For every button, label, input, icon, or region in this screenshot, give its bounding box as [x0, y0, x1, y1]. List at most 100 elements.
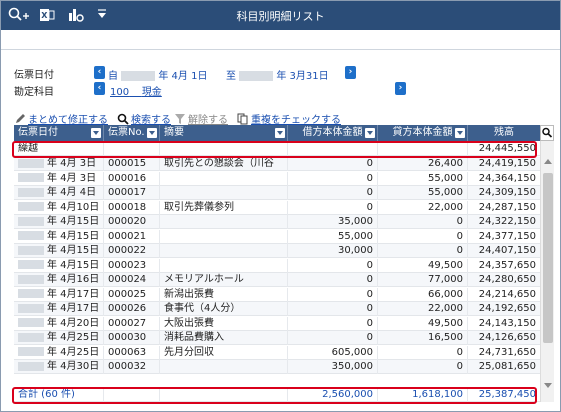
- masked-year: [18, 202, 44, 211]
- account-next-button[interactable]: ›: [395, 82, 406, 95]
- column-dropdown-icon[interactable]: [147, 128, 157, 138]
- table-row[interactable]: 年 4月15日 000020 35,000 0 24,322,150: [14, 215, 540, 229]
- carry-over-row[interactable]: 繰越 24,445,550: [14, 142, 540, 156]
- date-text: 年 4月 4日: [47, 187, 97, 198]
- cell-memo: [160, 215, 288, 229]
- masked-year: [18, 274, 44, 284]
- date-text: 年 4月25日: [47, 346, 100, 358]
- window-title: 科目別明細リスト: [236, 10, 325, 23]
- table-row[interactable]: 年 4月 4日 000017 0 55,000 24,309,150: [14, 186, 540, 200]
- table-row[interactable]: 年 4月10日 000018 取引先葬儀参列 0 22,000 24,287,150: [14, 200, 540, 215]
- grid-search-button[interactable]: [540, 125, 554, 141]
- grid-header: 伝票日付 伝票No. 摘要 借方本体金額 貸方本体金額 残高: [14, 125, 540, 141]
- col-header-balance[interactable]: 残高: [468, 125, 540, 141]
- clear-filter-button[interactable]: 解除する: [174, 111, 228, 126]
- account-value[interactable]: 100 現金: [110, 83, 162, 98]
- cell-no: 000022: [104, 244, 160, 258]
- date-text: 年 4月15日: [47, 216, 100, 227]
- table-row[interactable]: 年 4月25日 000030 消耗品費購入 0 16,500 24,126,650: [14, 331, 540, 345]
- carry-balance: 24,445,550: [478, 143, 536, 154]
- column-dropdown-icon[interactable]: [91, 128, 101, 138]
- table-row[interactable]: 年 4月17日 000025 新潟出張費 0 66,000 24,214,650: [14, 287, 540, 302]
- cell-date: 年 4月 3日: [14, 171, 104, 186]
- masked-year: [239, 71, 274, 81]
- title-bar: X 科目別明細リスト: [0, 0, 561, 30]
- scroll-down-icon[interactable]: [544, 383, 552, 388]
- table-row[interactable]: 年 4月15日 000023 0 49,500 24,357,650: [14, 258, 540, 273]
- date-from-text: 年 4月 1日: [158, 71, 208, 82]
- cell-balance: 25,081,650: [478, 361, 536, 372]
- masked-year: [18, 289, 44, 298]
- duplicate-check-button[interactable]: 重複をチェックする: [237, 111, 341, 126]
- column-dropdown-icon[interactable]: [275, 128, 285, 138]
- cell-balance: 24,126,650: [478, 332, 536, 343]
- cell-balance: 24,377,150: [478, 230, 536, 242]
- table-row[interactable]: 年 4月16日 000024 メモリアルホール 0 77,000 24,280,650: [14, 273, 540, 287]
- masked-year: [18, 173, 44, 182]
- cell-date: 年 4月 4日: [14, 186, 104, 200]
- total-balance: 25,387,450: [478, 389, 536, 400]
- filter-clear-icon: [175, 114, 185, 124]
- scroll-thumb[interactable]: [543, 173, 553, 343]
- cell-memo: 新潟出張費: [160, 287, 288, 302]
- duplicate-icon: [237, 113, 248, 125]
- column-dropdown-icon[interactable]: [365, 128, 375, 138]
- cell-date: 年 4月10日: [14, 200, 104, 215]
- cell-credit: 55,000: [378, 186, 468, 200]
- cell-debit: 0: [288, 287, 378, 302]
- cell-no: 000016: [104, 171, 160, 186]
- pencil-icon: [16, 114, 25, 123]
- cell-credit: 16,500: [378, 331, 468, 345]
- cell-date: 年 4月17日: [14, 287, 104, 302]
- table-row[interactable]: 年 4月15日 000021 55,000 0 24,377,150: [14, 229, 540, 244]
- cell-credit: 49,500: [378, 316, 468, 331]
- cell-balance: 24,192,650: [478, 303, 536, 314]
- cell-no: 000030: [104, 331, 160, 345]
- cell-credit: 0: [378, 244, 468, 258]
- cell-balance: 24,731,650: [478, 346, 536, 358]
- table-row[interactable]: 年 4月25日 000063 先月分回収 605,000 0 24,731,650: [14, 345, 540, 360]
- table-row[interactable]: 年 4月20日 000027 大阪出張費 0 49,500 24,143,150: [14, 316, 540, 331]
- cell-balance: 24,280,650: [478, 274, 536, 285]
- table-row[interactable]: 年 4月 3日 000016 0 55,000 24,364,150: [14, 171, 540, 186]
- cell-credit: 0: [378, 345, 468, 360]
- cell-memo: 取引先との懇談会（川谷: [160, 157, 288, 171]
- table-row[interactable]: 年 4月17日 000026 食事代（4人分） 0 22,000 24,192,650: [14, 302, 540, 316]
- search-button[interactable]: 検索する: [117, 111, 171, 126]
- col-header-debit[interactable]: 借方本体金額: [288, 125, 378, 141]
- cell-balance: 24,364,150: [478, 172, 536, 184]
- vertical-scrollbar[interactable]: [540, 125, 554, 402]
- cell-no: 000023: [104, 258, 160, 273]
- masked-year: [18, 332, 44, 342]
- cell-memo: 取引先葬儀参列: [160, 200, 288, 215]
- cell-debit: 350,000: [288, 360, 378, 374]
- cell-date: 年 4月15日: [14, 244, 104, 258]
- search-icon: [542, 127, 553, 138]
- account-name: 現金: [141, 87, 162, 98]
- date-from-value[interactable]: 自 年 4月 1日: [108, 67, 207, 82]
- date-next-button[interactable]: ›: [345, 66, 356, 79]
- cell-balance: 24,322,150: [478, 216, 536, 227]
- col-header-memo[interactable]: 摘要: [160, 125, 288, 141]
- date-to-value[interactable]: 至 年 3月31日: [226, 67, 329, 82]
- cell-memo: 先月分回収: [160, 345, 288, 360]
- col-header-credit[interactable]: 貸方本体金額: [378, 125, 468, 141]
- cell-no: 000032: [104, 360, 160, 374]
- cell-memo: [160, 258, 288, 273]
- cell-memo: 消耗品費購入: [160, 331, 288, 345]
- total-row[interactable]: 合計 (60 件) 2,560,000 1,618,100 25,387,450: [14, 388, 540, 402]
- col-header-no[interactable]: 伝票No.: [104, 125, 160, 141]
- table-row[interactable]: 年 4月30日 000032 350,000 0 25,081,650: [14, 360, 540, 374]
- table-row[interactable]: 年 4月15日 000022 30,000 0 24,407,150: [14, 244, 540, 258]
- masked-year: [18, 231, 44, 240]
- date-prev-button[interactable]: ‹: [94, 66, 105, 79]
- column-dropdown-icon[interactable]: [455, 128, 465, 138]
- cell-memo: [160, 171, 288, 186]
- table-row[interactable]: 年 4月 3日 000015 取引先との懇談会（川谷 0 26,400 24,419,15…: [14, 157, 540, 171]
- cell-balance: 24,407,150: [478, 245, 536, 256]
- col-header-date[interactable]: 伝票日付: [14, 125, 104, 141]
- account-prev-button[interactable]: ‹: [94, 82, 105, 95]
- scroll-up-icon[interactable]: [544, 159, 552, 164]
- cell-debit: 0: [288, 157, 378, 171]
- bulk-edit-button[interactable]: まとめて修正する: [14, 111, 108, 126]
